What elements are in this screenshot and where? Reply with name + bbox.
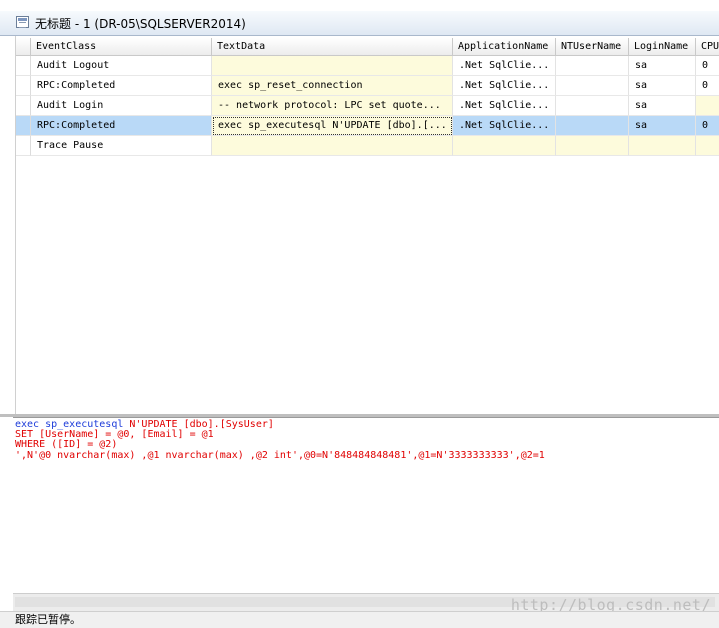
row-selector-header [16,38,31,56]
row-selector[interactable] [16,96,31,116]
window-titlebar: 无标题 - 1 (DR-05\SQLSERVER2014) [0,11,719,36]
column-header-loginname[interactable]: LoginName [629,38,696,56]
cell-textdata[interactable] [212,136,453,156]
column-header-cpu[interactable]: CPU [696,38,719,56]
column-header-applicationname[interactable]: ApplicationName [453,38,556,56]
detail-line-4: ',N'@0 nvarchar(max) ,@1 nvarchar(max) ,… [15,450,545,461]
cell-textdata-focused[interactable]: exec sp_executesql N'UPDATE [dbo].[... [212,116,453,136]
cell-loginname[interactable]: sa [629,116,696,136]
cell-ntusername[interactable] [556,116,629,136]
row-selector[interactable] [16,136,31,156]
cell-applicationname[interactable]: .Net SqlClie... [453,76,556,96]
cell-eventclass[interactable]: RPC:Completed [31,116,212,136]
cell-applicationname[interactable] [453,136,556,156]
cell-ntusername[interactable] [556,76,629,96]
row-selector[interactable] [16,116,31,136]
cell-cpu[interactable] [696,96,719,116]
cell-ntusername[interactable] [556,96,629,116]
cell-loginname[interactable]: sa [629,76,696,96]
cell-loginname[interactable]: sa [629,96,696,116]
column-header-textdata[interactable]: TextData [212,38,453,56]
cell-cpu[interactable]: 0 [696,56,719,76]
cell-textdata[interactable] [212,56,453,76]
column-header-eventclass[interactable]: EventClass [31,38,212,56]
cell-eventclass[interactable]: Audit Login [31,96,212,116]
row-selector[interactable] [16,56,31,76]
cell-textdata[interactable]: -- network protocol: LPC set quote... [212,96,453,116]
cell-applicationname[interactable]: .Net SqlClie... [453,116,556,136]
cell-applicationname[interactable]: .Net SqlClie... [453,56,556,76]
status-text: 跟踪已暂停。 [15,613,81,626]
cell-eventclass[interactable]: Audit Logout [31,56,212,76]
row-selector[interactable] [16,76,31,96]
detail-line-3: WHERE ([ID] = @2) [15,439,118,450]
trace-events-grid[interactable]: EventClass TextData ApplicationName NTUs… [0,36,719,414]
cell-eventclass[interactable]: Trace Pause [31,136,212,156]
cell-applicationname[interactable]: .Net SqlClie... [453,96,556,116]
cell-textdata[interactable]: exec sp_reset_connection [212,76,453,96]
trace-window-icon [16,16,29,28]
cell-cpu[interactable] [696,136,719,156]
window-title: 无标题 - 1 (DR-05\SQLSERVER2014) [35,17,246,31]
textdata-detail-pane[interactable]: exec sp_executesql N'UPDATE [dbo].[SysUs… [13,417,719,594]
cell-loginname[interactable] [629,136,696,156]
cell-cpu[interactable]: 0 [696,116,719,136]
cell-cpu[interactable]: 0 [696,76,719,96]
cell-ntusername[interactable] [556,136,629,156]
cell-eventclass[interactable]: RPC:Completed [31,76,212,96]
cell-loginname[interactable]: sa [629,56,696,76]
status-bar: 跟踪已暂停。 [0,611,719,628]
cell-ntusername[interactable] [556,56,629,76]
column-header-ntusername[interactable]: NTUserName [556,38,629,56]
